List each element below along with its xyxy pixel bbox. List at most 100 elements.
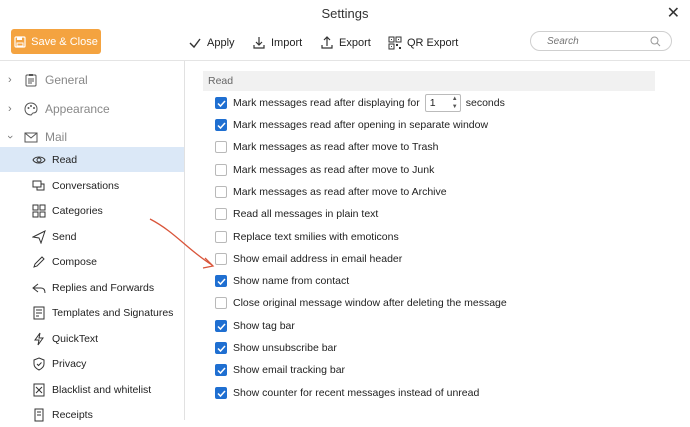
window-title: Settings [321, 6, 369, 21]
sidebar-item-receipts[interactable]: Receipts [0, 402, 184, 427]
export-icon [321, 36, 333, 49]
shield-icon [33, 356, 45, 371]
option-label: Replace text smilies with emoticons [233, 231, 399, 243]
option-label: Show tag bar [233, 320, 295, 332]
chevron-right-icon[interactable]: › [8, 74, 12, 86]
sidebar-item-label: Receipts [52, 408, 93, 421]
save-close-button[interactable]: Save & Close [11, 29, 101, 54]
checkmark-icon [216, 277, 226, 285]
clipboard-icon [25, 74, 37, 87]
sidebar-group-label: Appearance [45, 102, 110, 116]
option-row[interactable]: Show email tracking bar [215, 362, 345, 378]
spinner-value: 1 [429, 97, 436, 109]
sidebar-item-compose[interactable]: Compose [0, 249, 184, 274]
option-row[interactable]: Show unsubscribe bar [215, 340, 337, 356]
qr-export-label: QR Export [407, 37, 459, 49]
settings-sidebar: › General › Appearance › Mail Read Conve… [0, 61, 185, 421]
sidebar-item-label: Replies and Forwards [52, 281, 155, 294]
apply-label: Apply [207, 37, 235, 49]
blacklist-icon [33, 383, 45, 396]
sidebar-item-replies-forwards[interactable]: Replies and Forwards [0, 275, 184, 300]
option-row[interactable]: Replace text smilies with emoticons [215, 229, 399, 245]
checkbox-unchecked[interactable] [215, 164, 227, 176]
option-row[interactable]: Read all messages in plain text [215, 206, 378, 222]
option-label: Show email tracking bar [233, 364, 346, 376]
checkbox-unchecked[interactable] [215, 253, 227, 265]
checkbox-unchecked[interactable] [215, 297, 227, 309]
sidebar-group-general[interactable]: › General [0, 68, 184, 92]
sidebar-item-templates[interactable]: Templates and Signatures [0, 300, 184, 325]
lightning-icon [34, 332, 44, 345]
sidebar-item-label: Templates and Signatures [52, 306, 174, 319]
grid-icon [32, 204, 46, 217]
option-row[interactable]: Mark messages as read after move to Tras… [215, 139, 438, 155]
import-button[interactable]: Import [252, 34, 302, 52]
checkbox-checked[interactable] [215, 97, 227, 109]
checkbox-unchecked[interactable] [215, 208, 227, 220]
sidebar-item-label: Conversations [52, 179, 120, 192]
sidebar-group-mail[interactable]: › Mail [0, 125, 184, 149]
option-label: Mark messages read after opening in sepa… [233, 119, 489, 131]
palette-icon [24, 102, 38, 116]
option-row[interactable]: Show tag bar [215, 318, 295, 334]
sidebar-item-categories[interactable]: Categories [0, 198, 184, 223]
reply-icon [32, 283, 46, 293]
option-row[interactable]: Mark messages as read after move to Arch… [215, 184, 447, 200]
sidebar-group-label: General [45, 73, 88, 87]
sidebar-item-label: Privacy [52, 357, 87, 370]
checkmark-icon [216, 121, 226, 129]
sidebar-item-blacklist[interactable]: Blacklist and whitelist [0, 377, 184, 402]
option-label: Read all messages in plain text [233, 208, 379, 220]
spinner-arrows-icon[interactable]: ▲ ▼ [452, 95, 458, 111]
chevron-right-icon[interactable]: › [8, 103, 12, 115]
sidebar-item-label: Compose [52, 255, 97, 268]
search-input[interactable] [545, 35, 649, 48]
option-label: Mark messages as read after move to Arch… [233, 186, 447, 198]
checkbox-checked[interactable] [215, 275, 227, 287]
qr-code-icon [388, 36, 402, 50]
option-label: Show unsubscribe bar [233, 342, 337, 354]
checkmark-icon [189, 38, 201, 49]
option-row[interactable]: Show email address in email header [215, 251, 402, 267]
settings-content: Read Mark messages read after displaying… [185, 61, 690, 420]
option-row[interactable]: Mark messages read after displaying for 1… [215, 94, 505, 112]
option-row[interactable]: Mark messages as read after move to Junk [215, 162, 434, 178]
checkbox-checked[interactable] [215, 364, 227, 376]
qr-export-button[interactable]: QR Export [388, 34, 458, 52]
option-row[interactable]: Show counter for recent messages instead… [215, 385, 479, 401]
search-box[interactable] [530, 31, 672, 51]
option-row[interactable]: Mark messages read after opening in sepa… [215, 117, 488, 133]
checkbox-unchecked[interactable] [215, 231, 227, 243]
option-label: Show counter for recent messages instead… [233, 387, 480, 399]
option-label: Close original message window after dele… [233, 297, 507, 309]
chevron-down-icon[interactable]: › [4, 135, 16, 139]
search-icon[interactable] [650, 36, 661, 47]
send-icon [32, 229, 46, 244]
save-close-label: Save & Close [31, 35, 98, 48]
checkmark-icon [216, 99, 226, 107]
checkbox-checked[interactable] [215, 119, 227, 131]
sidebar-item-conversations[interactable]: Conversations [0, 173, 184, 198]
chat-icon [32, 180, 45, 190]
sidebar-group-appearance[interactable]: › Appearance [0, 97, 184, 121]
seconds-spinner[interactable]: 1 ▲ ▼ [424, 94, 461, 112]
apply-button[interactable]: Apply [188, 34, 235, 52]
export-button[interactable]: Export [320, 34, 371, 52]
close-icon[interactable]: ✕ [667, 3, 680, 23]
checkbox-checked[interactable] [215, 387, 227, 399]
sidebar-item-quicktext[interactable]: QuickText [0, 326, 184, 351]
checkbox-checked[interactable] [215, 342, 227, 354]
checkbox-unchecked[interactable] [215, 186, 227, 198]
option-label: Show name from contact [233, 275, 350, 287]
checkbox-unchecked[interactable] [215, 141, 227, 153]
option-row[interactable]: Show name from contact [215, 273, 349, 289]
sidebar-item-privacy[interactable]: Privacy [0, 351, 184, 376]
option-suffix: seconds [465, 97, 505, 109]
import-icon [253, 37, 265, 49]
option-row[interactable]: Close original message window after dele… [215, 295, 507, 311]
checkbox-checked[interactable] [215, 320, 227, 332]
option-label: Mark messages as read after move to Tras… [233, 141, 439, 153]
sidebar-item-send[interactable]: Send [0, 224, 184, 249]
option-label: Mark messages read after displaying for [233, 97, 420, 109]
sidebar-item-read[interactable]: Read [0, 147, 184, 172]
